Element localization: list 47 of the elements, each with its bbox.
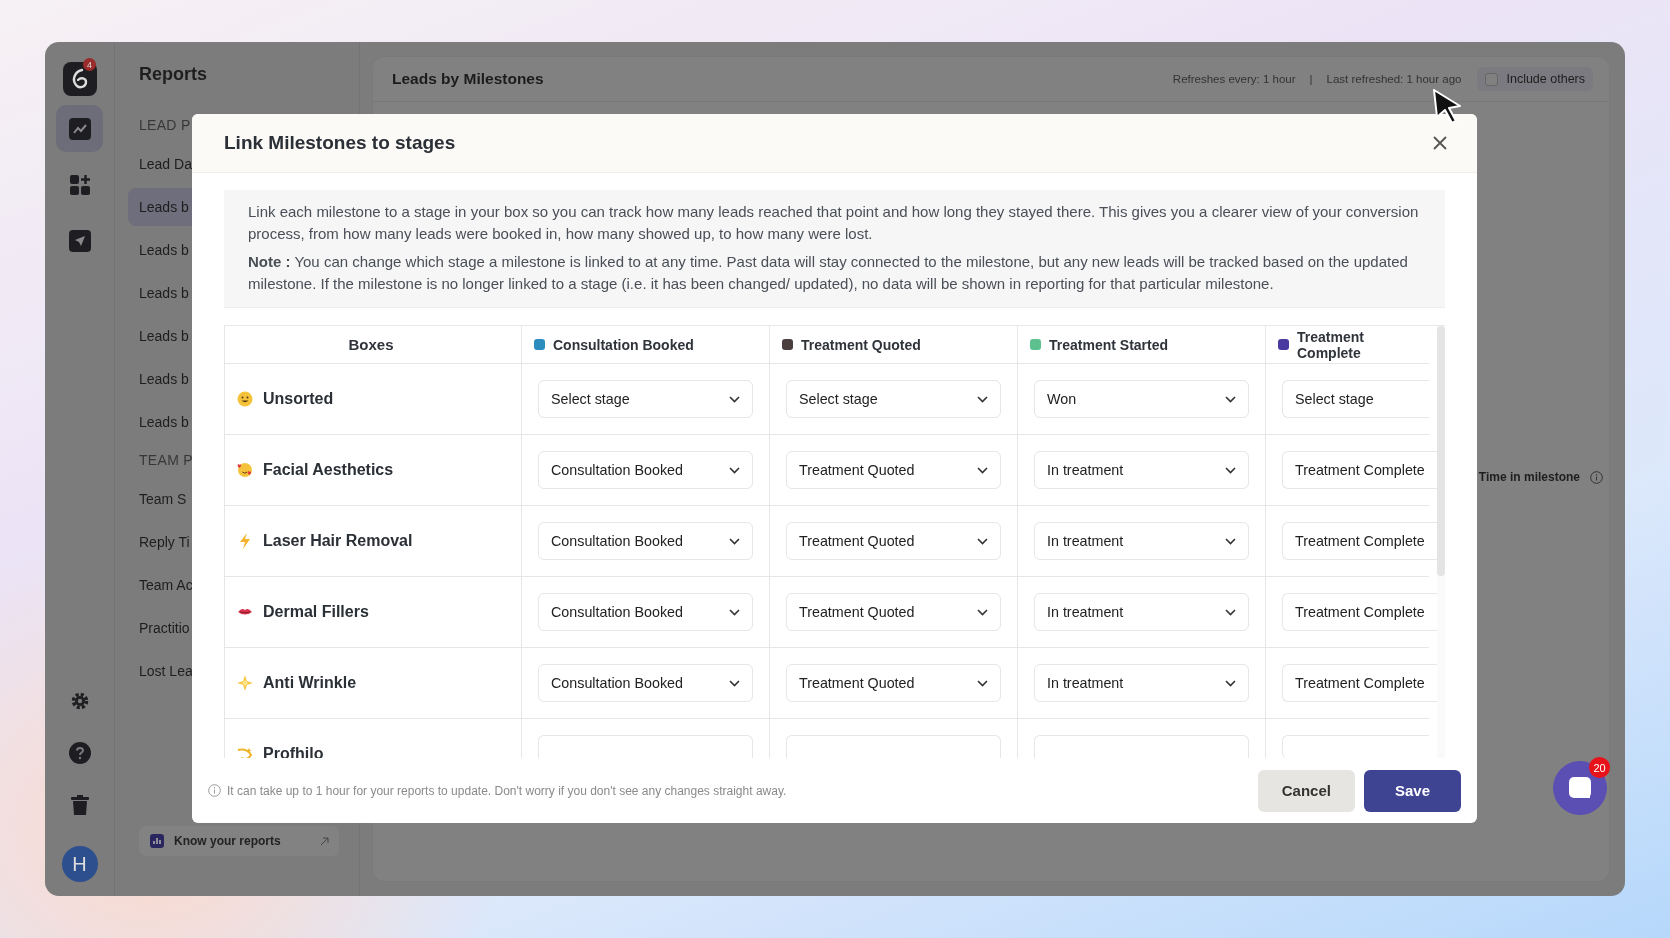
stage-dropdown[interactable]: Consultation Booked	[538, 451, 753, 489]
stage-dropdown[interactable]: Treatment Complete	[1282, 664, 1437, 702]
section-heading: LEAD P	[138, 117, 192, 133]
stage-dropdown[interactable]: In treatment	[1034, 664, 1249, 702]
column-title: Consultation Booked	[553, 336, 694, 353]
save-button[interactable]: Save	[1363, 769, 1461, 812]
column-title: Boxes	[348, 336, 394, 353]
stage-dropdown[interactable]: Treatment Quoted	[786, 451, 1001, 489]
stage-dropdown[interactable]: In treatment	[1034, 593, 1249, 631]
separator: |	[1309, 73, 1313, 85]
footer-note: It can take up to 1 hour for your reports to update. Don't worry if you don't see any changes straight away.	[227, 783, 787, 798]
dialog-title: Link Milestones to stages	[224, 132, 456, 154]
last-refreshed: Last refreshed: 1 hour ago	[1326, 73, 1462, 85]
stage-dropdown[interactable]: In treatment	[1034, 522, 1249, 560]
stage-dropdown[interactable]: Treatment Quoted	[786, 593, 1001, 631]
stage-dropdown[interactable]: Consultation Booked	[538, 664, 753, 702]
refresh-interval: Refreshes every: 1 hour	[1172, 73, 1296, 85]
box-name: Laser Hair Removal	[263, 532, 413, 550]
panel-title: Leads by Milestones	[392, 70, 544, 88]
column-title: Treatment Complete	[1297, 328, 1365, 361]
note-text: Note : You can change which stage a milestone is linked to at any time. Past data will stay connected to the milestone, but any new leads will be tracked based on the updated milestone. If the milestone is no longer linked to a stage (i.e. it has been changed/ updated), no data will be shown in reporting for that particular milestone.	[248, 252, 1409, 294]
stage-dropdown[interactable]: Treatment Complete	[1282, 593, 1437, 631]
user-avatar[interactable]: H	[61, 846, 98, 882]
stage-dropdown[interactable]: Select stage	[786, 380, 1001, 418]
sidebar-title: Reports	[138, 64, 208, 85]
include-others-toggle[interactable]: Include others	[1477, 67, 1593, 91]
stage-dropdown[interactable]: Treatment Quoted	[786, 664, 1001, 702]
stage-dropdown[interactable]: In treatment	[1034, 451, 1249, 489]
box-name: Anti Wrinkle	[263, 674, 357, 692]
stage-dropdown[interactable]: Treatment Quoted	[786, 522, 1001, 560]
stage-dropdown[interactable]: Consultation Booked	[538, 522, 753, 560]
column-title: Treatment Quoted	[801, 336, 921, 353]
stage-dropdown[interactable]: Consultation Booked	[538, 593, 753, 631]
stage-dropdown[interactable]: Won	[1034, 380, 1249, 418]
column-heading: Time in milestone	[1478, 470, 1580, 484]
stage-dropdown[interactable]: Select stage	[1282, 380, 1429, 418]
reports-guide-link[interactable]: Know your reports	[139, 826, 339, 856]
box-name: Dermal Fillers	[263, 603, 369, 621]
stage-dropdown[interactable]: Treatment Complete	[1282, 522, 1437, 560]
cancel-button[interactable]: Cancel	[1257, 769, 1355, 812]
box-name: Unsorted	[263, 390, 334, 408]
stage-dropdown[interactable]: Select stage	[538, 380, 753, 418]
box-name: Facial Aesthetics	[263, 461, 394, 479]
column-title: Treatment Started	[1049, 336, 1169, 353]
intro-text: Link each milestone to a stage in your box so you can track how many leads reached that point and how long they stayed there. This gives you a clearer view of your conversion process, from how many leads were booked in, how many showed up, to how many were lost.	[248, 202, 1420, 244]
section-heading: TEAM P	[138, 452, 194, 468]
stage-dropdown[interactable]: Treatment Complete	[1282, 451, 1437, 489]
